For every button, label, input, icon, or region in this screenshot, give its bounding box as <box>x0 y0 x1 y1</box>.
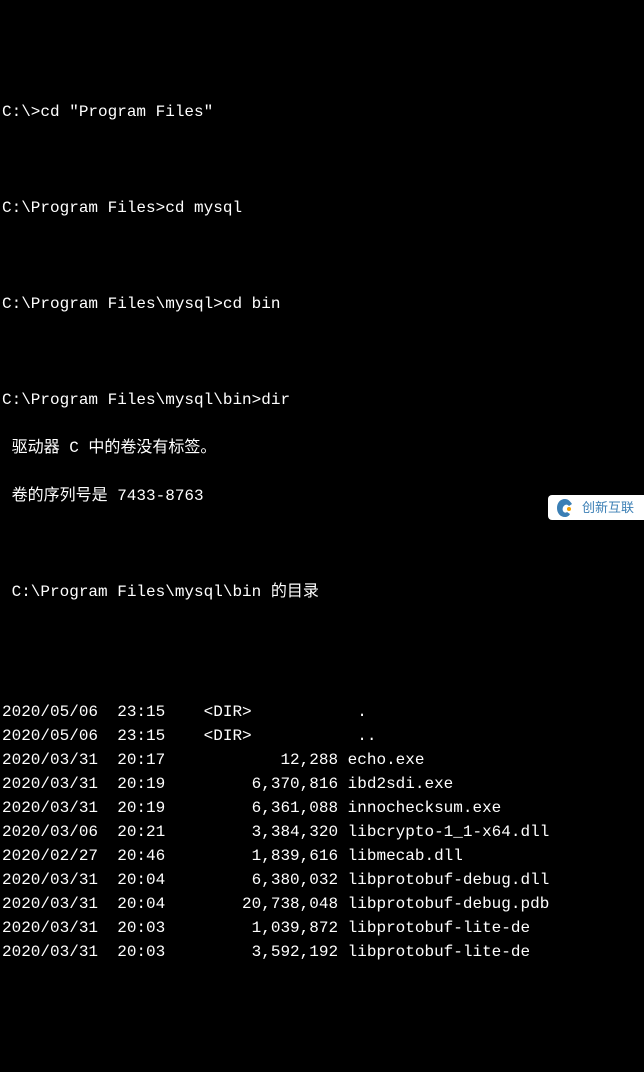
cmd-line-3: C:\Program Files\mysql>cd bin <box>2 292 642 316</box>
volume-line-1: 驱动器 C 中的卷没有标签。 <box>2 436 642 460</box>
cmd-input: cd "Program Files" <box>40 103 213 121</box>
list-item: 2020/05/06 23:15 <DIR> .. <box>2 724 642 748</box>
blank-line <box>2 148 642 172</box>
prompt: C:\> <box>2 103 40 121</box>
cmd-input: dir <box>261 391 290 409</box>
file-listing: 2020/05/06 23:15 <DIR> .2020/05/06 23:15… <box>2 700 642 964</box>
prompt: C:\Program Files> <box>2 199 165 217</box>
list-item: 2020/03/31 20:04 6,380,032 libprotobuf-d… <box>2 868 642 892</box>
blank-line <box>2 244 642 268</box>
directory-of: C:\Program Files\mysql\bin 的目录 <box>2 580 642 604</box>
cmd-line-1: C:\>cd "Program Files" <box>2 100 642 124</box>
list-item: 2020/05/06 23:15 <DIR> . <box>2 700 642 724</box>
blank-line <box>2 340 642 364</box>
list-item: 2020/03/31 20:19 6,370,816 ibd2sdi.exe <box>2 772 642 796</box>
cmd-line-4: C:\Program Files\mysql\bin>dir <box>2 388 642 412</box>
list-item: 2020/03/31 20:19 6,361,088 innochecksum.… <box>2 796 642 820</box>
cmd-input: cd bin <box>223 295 281 313</box>
cmd-line-2: C:\Program Files>cd mysql <box>2 196 642 220</box>
watermark-text: 创新互联 <box>582 501 634 514</box>
logo-icon <box>554 497 576 519</box>
list-item: 2020/03/31 20:03 3,592,192 libprotobuf-l… <box>2 940 642 964</box>
list-item: 2020/03/31 20:17 12,288 echo.exe <box>2 748 642 772</box>
blank-line <box>2 628 642 652</box>
prompt: C:\Program Files\mysql\bin> <box>2 391 261 409</box>
list-item: 2020/02/27 20:46 1,839,616 libmecab.dll <box>2 844 642 868</box>
cmd-input: cd mysql <box>165 199 242 217</box>
watermark-badge: 创新互联 <box>548 495 644 520</box>
list-item: 2020/03/31 20:04 20,738,048 libprotobuf-… <box>2 892 642 916</box>
list-item: 2020/03/06 20:21 3,384,320 libcrypto-1_1… <box>2 820 642 844</box>
list-item: 2020/03/31 20:03 1,039,872 libprotobuf-l… <box>2 916 642 940</box>
volume-line-2: 卷的序列号是 7433-8763 <box>2 484 642 508</box>
prompt: C:\Program Files\mysql> <box>2 295 223 313</box>
